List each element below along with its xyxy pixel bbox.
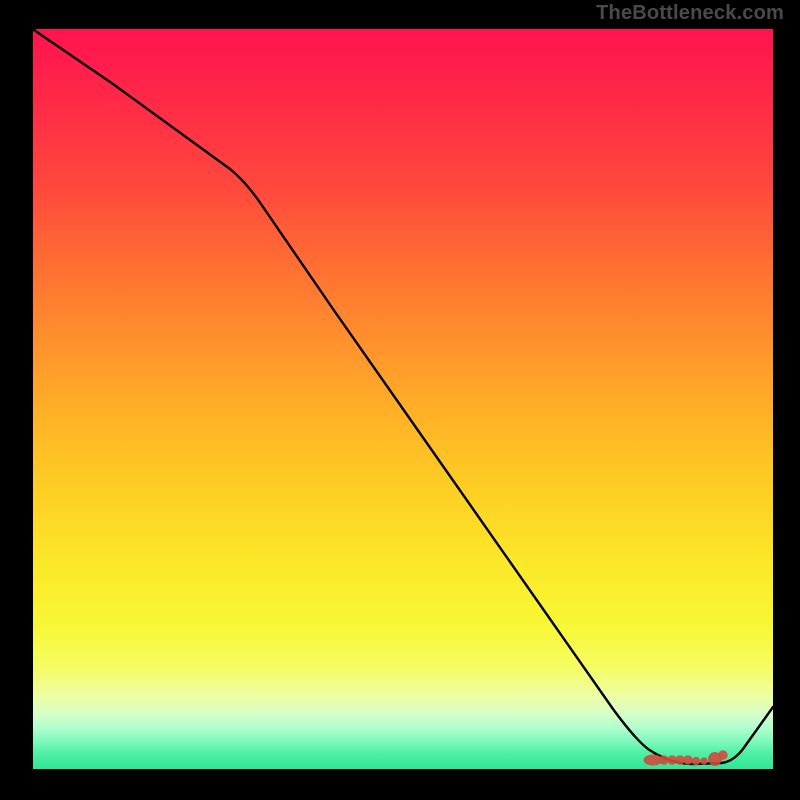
attribution-text: TheBottleneck.com <box>596 2 784 25</box>
chart-frame: TheBottleneck.com <box>0 0 800 800</box>
curve-path <box>34 30 773 764</box>
plot-area <box>33 29 773 769</box>
chart-svg <box>33 29 773 769</box>
